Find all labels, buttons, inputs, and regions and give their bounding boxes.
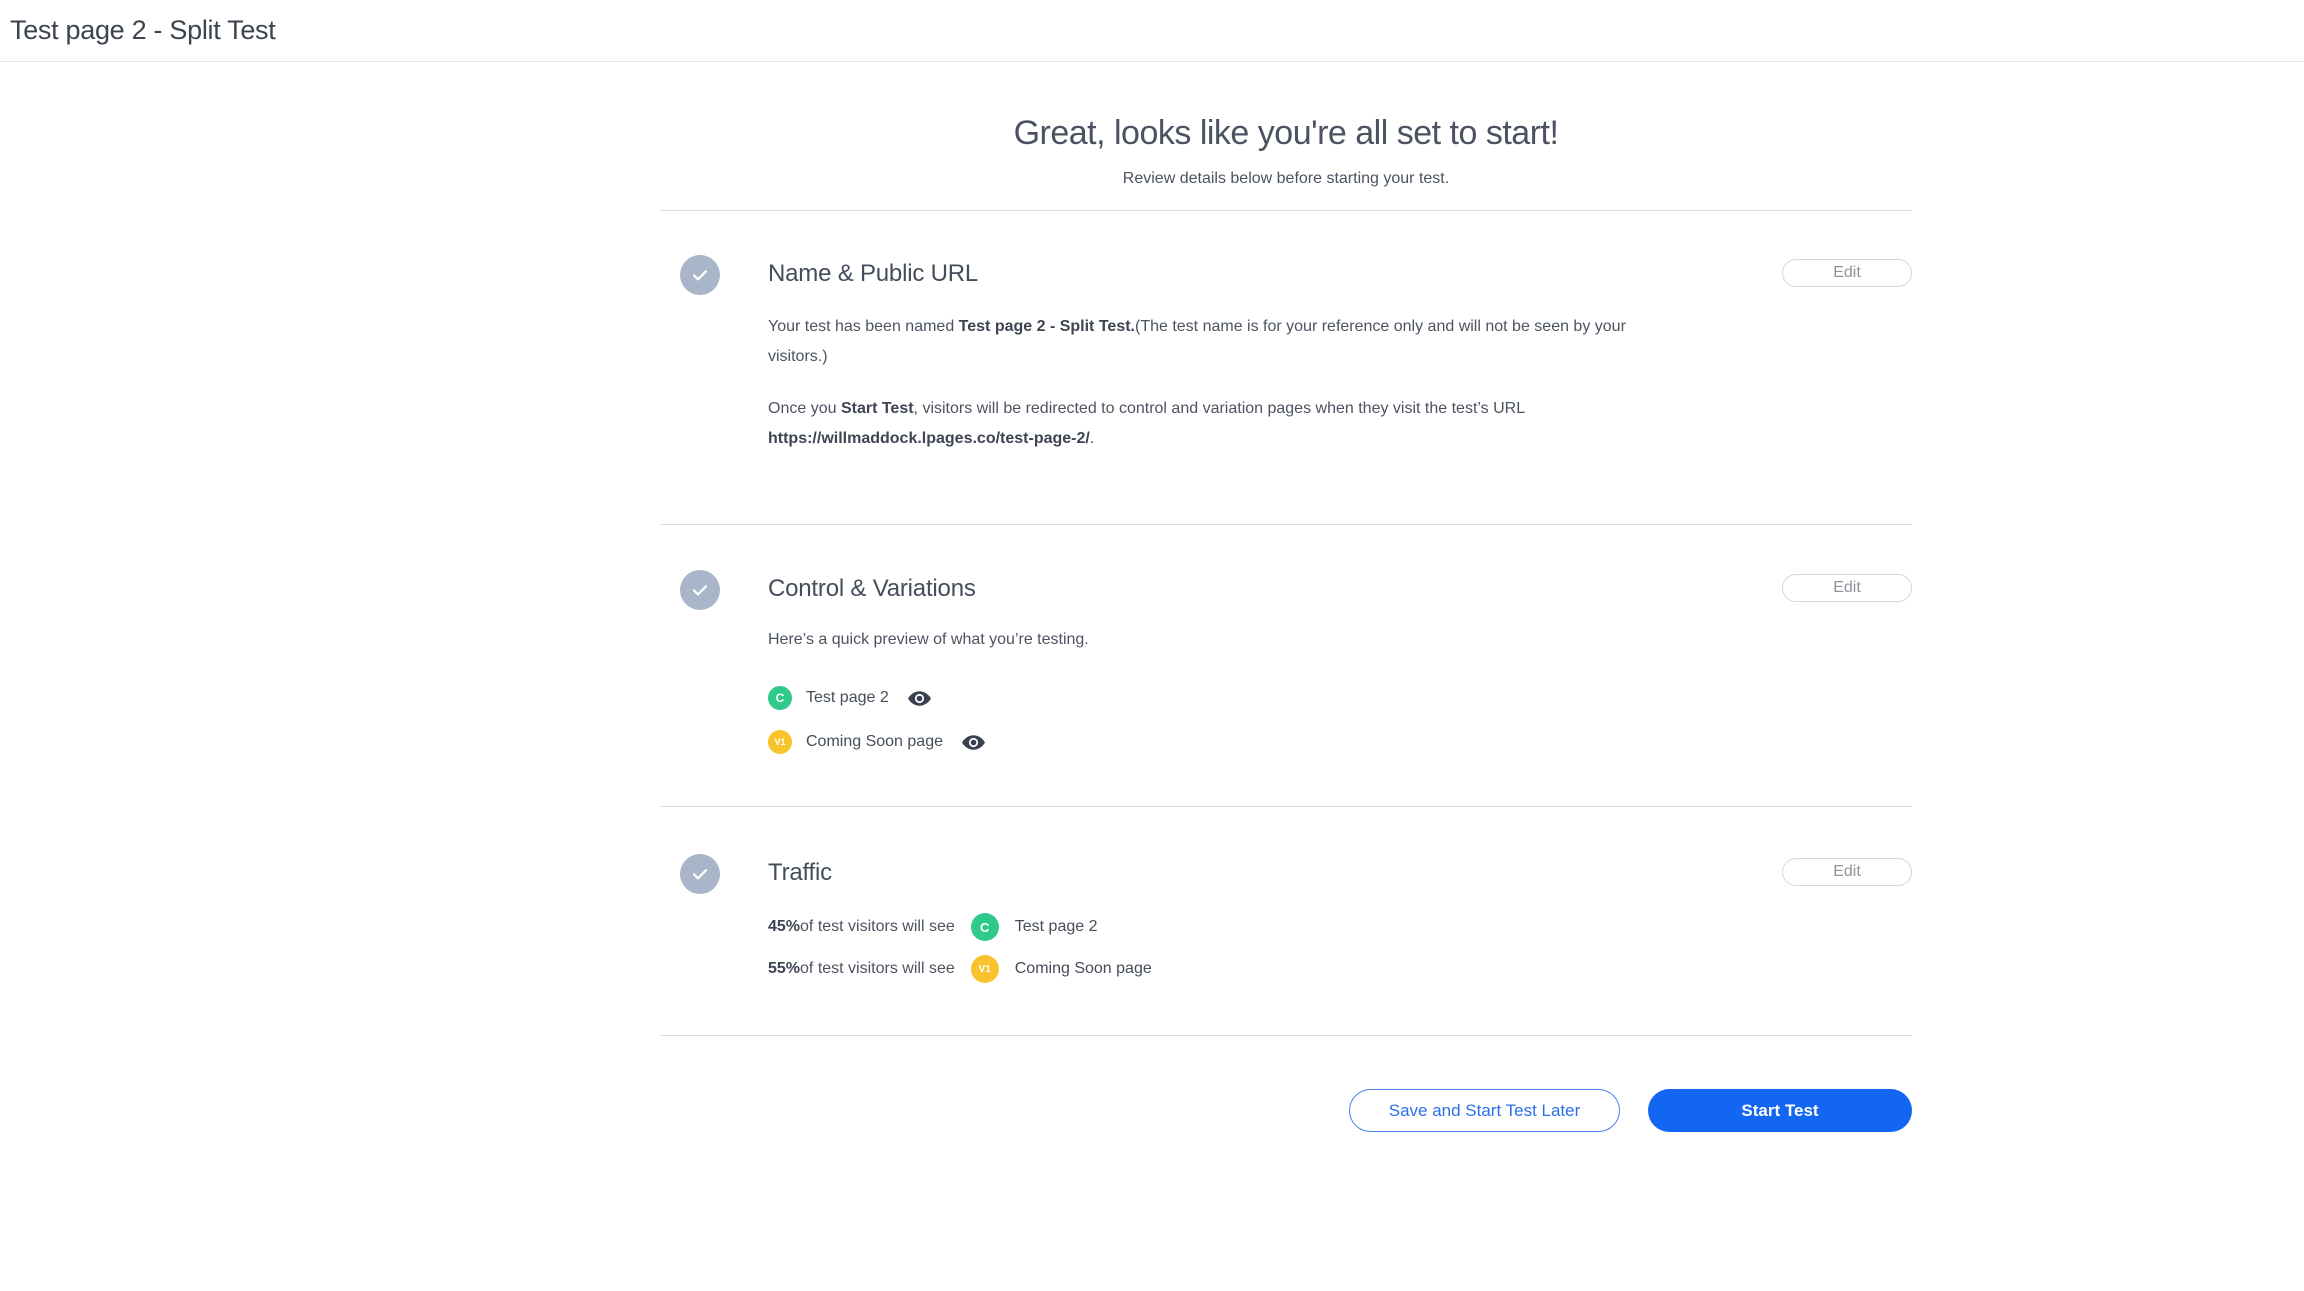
traffic-page-label: Test page 2 (1015, 918, 1098, 936)
start-test-button[interactable]: Start Test (1648, 1089, 1912, 1132)
footer-actions: Save and Start Test Later Start Test (660, 1035, 1912, 1132)
variation-label: Coming Soon page (806, 733, 943, 751)
variations-description: Here’s a quick preview of what you’re te… (768, 631, 1734, 649)
section-body: Name & Public URL Your test has been nam… (768, 255, 1734, 454)
variation-badge: V1 (971, 955, 999, 983)
edit-traffic-button[interactable]: Edit (1782, 858, 1912, 886)
section-title: Traffic (768, 857, 1734, 889)
test-url-bold: https://willmaddock.lpages.co/test-page-… (768, 430, 1090, 447)
traffic-percent: 55% (768, 960, 800, 978)
variation-row-v1: V1 Coming Soon page (768, 729, 1734, 755)
test-name-paragraph: Your test has been named Test page 2 - S… (768, 312, 1633, 372)
section-body: Traffic 45% of test visitors will see C … (768, 854, 1734, 983)
intro-block: Great, looks like you're all set to star… (660, 62, 1912, 210)
page-title: Test page 2 - Split Test (10, 15, 275, 46)
traffic-text: of test visitors will see (800, 960, 955, 978)
start-test-bold: Start Test (841, 400, 914, 417)
intro-subheading: Review details below before starting you… (660, 170, 1912, 188)
section-body: Control & Variations Here’s a quick prev… (768, 570, 1734, 755)
main-content: Great, looks like you're all set to star… (660, 62, 1912, 1132)
test-url-paragraph: Once you Start Test, visitors will be re… (768, 394, 1633, 454)
test-name-bold: Test page 2 - Split Test. (959, 318, 1135, 335)
eye-icon (961, 730, 986, 755)
section-control-variations: Control & Variations Here’s a quick prev… (660, 524, 1912, 806)
traffic-percent: 45% (768, 918, 800, 936)
edit-name-button[interactable]: Edit (1782, 259, 1912, 287)
edit-column: Edit (1782, 570, 1912, 755)
traffic-text: of test visitors will see (800, 918, 955, 936)
variation-label: Test page 2 (806, 689, 889, 707)
section-title: Control & Variations (768, 573, 1734, 605)
section-title: Name & Public URL (768, 258, 1734, 290)
control-badge: C (971, 913, 999, 941)
eye-icon (907, 686, 932, 711)
topbar: Test page 2 - Split Test (0, 0, 2304, 62)
check-icon (680, 854, 720, 894)
variation-badge: V1 (768, 730, 792, 754)
section-name-public-url: Name & Public URL Your test has been nam… (660, 210, 1912, 524)
edit-column: Edit (1782, 255, 1912, 454)
variation-row-control: C Test page 2 (768, 685, 1734, 711)
preview-variation-button[interactable] (961, 730, 986, 755)
traffic-page-label: Coming Soon page (1015, 960, 1152, 978)
traffic-row-control: 45% of test visitors will see C Test pag… (768, 913, 1734, 941)
edit-variations-button[interactable]: Edit (1782, 574, 1912, 602)
traffic-row-v1: 55% of test visitors will see V1 Coming … (768, 955, 1734, 983)
save-and-start-later-button[interactable]: Save and Start Test Later (1349, 1089, 1620, 1132)
control-badge: C (768, 686, 792, 710)
preview-control-button[interactable] (907, 686, 932, 711)
section-traffic: Traffic 45% of test visitors will see C … (660, 806, 1912, 1035)
check-icon (680, 570, 720, 610)
edit-column: Edit (1782, 854, 1912, 983)
check-icon (680, 255, 720, 295)
intro-heading: Great, looks like you're all set to star… (660, 114, 1912, 153)
